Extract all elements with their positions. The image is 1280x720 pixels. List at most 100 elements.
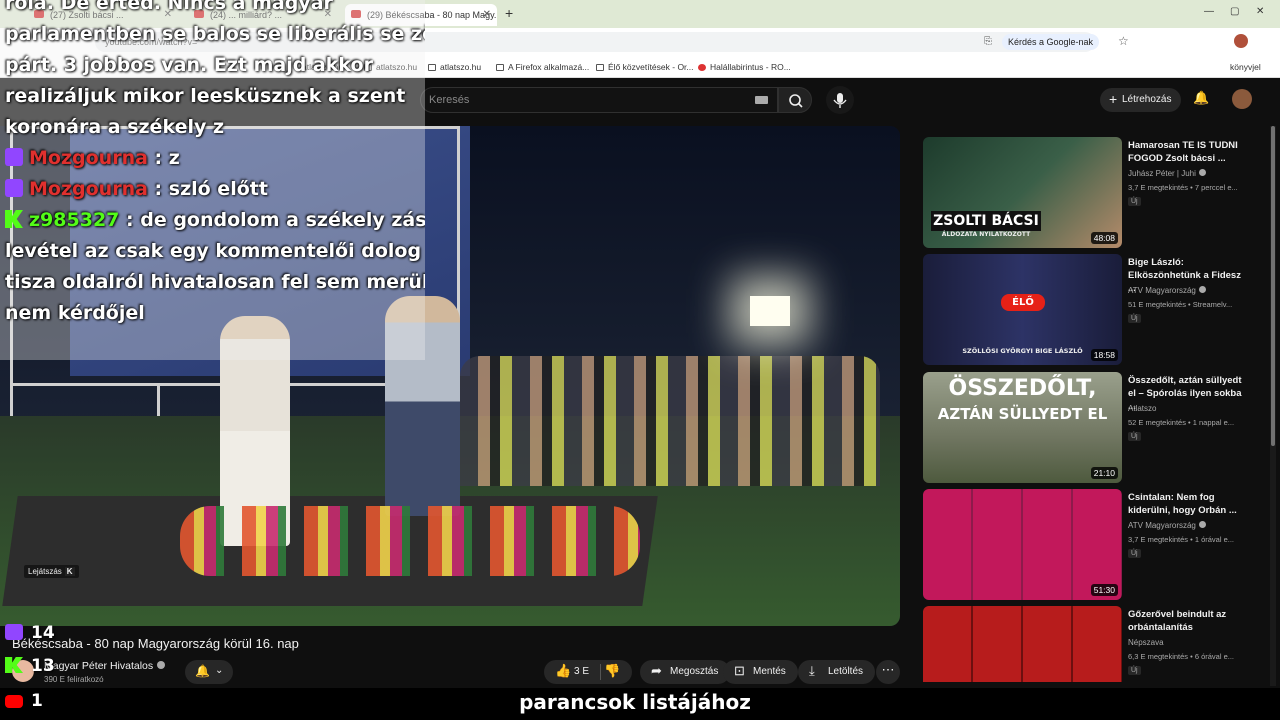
- new-badge: Új: [1128, 432, 1141, 441]
- duration-badge: 48:08: [1090, 232, 1118, 244]
- site-icon: [698, 64, 706, 71]
- window-close-icon[interactable]: ✕: [1256, 6, 1264, 17]
- recommendation-channel: Atlatszo: [1128, 404, 1157, 413]
- new-badge: Új: [1128, 666, 1141, 675]
- maximize-icon[interactable]: ▢: [1230, 6, 1239, 17]
- subscriber-count: 390 E feliratkozó: [44, 675, 104, 684]
- star-icon[interactable]: ☆: [1118, 34, 1129, 48]
- thumbnail-subtext: AZTÁN SÜLLYEDT EL: [937, 405, 1108, 423]
- bookmark[interactable]: Halállabirintus - RO...: [698, 62, 791, 72]
- duration-badge: 51:30: [1090, 584, 1118, 596]
- thumbs-down-icon: 👎: [604, 663, 621, 678]
- recommendation-meta: 52 E megtekintés • 1 nappal e...: [1128, 418, 1235, 427]
- recommendation-item[interactable]: ÖSSZEDŐLT, AZTÁN SÜLLYEDT EL 21:10 Össze…: [923, 372, 1263, 484]
- minimize-icon[interactable]: —: [1204, 6, 1214, 17]
- thumbs-up-icon: 👍: [555, 663, 572, 678]
- folder-icon: [496, 64, 504, 71]
- duration-badge: 18:58: [1090, 349, 1118, 361]
- thumbnail-subtext: ÁLDOZATA NYILATKOZOTT: [941, 231, 1031, 238]
- ask-google-button[interactable]: Kérdés a Google-nak: [1002, 34, 1100, 50]
- chevron-down-icon: ⌄: [215, 665, 224, 676]
- chat-text: : szló előtt: [154, 178, 268, 200]
- video-flowers: [180, 506, 640, 576]
- chat-line: parlamentben se balos se liberális se zö…: [5, 23, 425, 45]
- video-thumbnail[interactable]: ÉLŐ SZÖLLŐSI GYÖRGYI BIGE LÁSZLÓ 18:58: [923, 254, 1122, 365]
- video-title: Békéscsaba - 80 nap Magyarország körül 1…: [12, 636, 299, 651]
- install-icon[interactable]: ⎘: [984, 36, 992, 47]
- duration-badge: 21:10: [1090, 467, 1118, 479]
- verified-icon: [1198, 286, 1206, 293]
- recommendation-meta: 51 E megtekintés • Streamelv...: [1128, 300, 1233, 309]
- share-button[interactable]: ➦ Megosztás: [640, 660, 731, 684]
- more-actions-icon[interactable]: ⋯: [876, 660, 900, 684]
- recommendation-channel: Juhász Péter | Juhi: [1128, 169, 1206, 178]
- recommendation-item[interactable]: ÉLŐ SZÖLLŐSI GYÖRGYI BIGE LÁSZLÓ 18:58 B…: [923, 254, 1263, 366]
- chat-line: rola. De érted. Nincs a magyar: [5, 0, 333, 14]
- chat-message: Mozgourna : szló előtt: [5, 174, 425, 205]
- recommendation-item[interactable]: Gőzerővel beindult az orbántalanítás Nép…: [923, 606, 1263, 682]
- close-icon[interactable]: ✕: [483, 9, 491, 20]
- bookmark[interactable]: Élő közvetítések - Or...: [596, 62, 694, 72]
- new-tab-icon[interactable]: +: [505, 5, 513, 21]
- chat-text: : z: [154, 147, 180, 169]
- scrollbar-thumb[interactable]: [1271, 126, 1275, 446]
- recommendation-item[interactable]: 51:30 Csintalan: Nem fog kiderülni, hogy…: [923, 489, 1263, 601]
- recommendation-meta: 3,7 E megtekintés • 7 perccel e...: [1128, 183, 1238, 192]
- recommendation-title: Gőzerővel beindult az orbántalanítás: [1128, 609, 1227, 633]
- bookmark-folder[interactable]: könyvjel: [1230, 62, 1261, 72]
- kick-viewer-count: 13: [5, 656, 55, 676]
- keyboard-icon[interactable]: [755, 96, 768, 104]
- new-badge: Új: [1128, 314, 1141, 323]
- verified-icon: [1198, 521, 1206, 528]
- avatar[interactable]: [1232, 89, 1252, 109]
- channel-name[interactable]: Magyar Péter Hivatalos: [44, 660, 166, 672]
- recommendation-channel: Népszava: [1128, 638, 1164, 647]
- save-button[interactable]: ⊡ Mentés: [723, 660, 798, 684]
- chat-username: z985327: [29, 209, 120, 231]
- recommendation-item[interactable]: ZSOLTI BÁCSI ÁLDOZATA NYILATKOZOTT 48:08…: [923, 137, 1263, 249]
- voice-search-button[interactable]: [826, 86, 854, 114]
- video-crowd: [460, 356, 880, 486]
- caption-text: parancsok listájához: [519, 690, 751, 714]
- recommendation-channel: ATV Magyarország: [1128, 521, 1206, 530]
- profile-avatar[interactable]: [1234, 34, 1248, 48]
- notifications-icon[interactable]: 🔔: [1193, 90, 1209, 106]
- like-button[interactable]: 👍 3 E 👎: [544, 660, 632, 684]
- download-button[interactable]: ⤓ Letöltés: [798, 660, 876, 684]
- chat-message: z985327 : de gondolom a székely zászló: [5, 205, 425, 236]
- download-icon: ⤓: [809, 663, 815, 678]
- bookmark-icon: ⊡: [734, 663, 745, 678]
- chat-username: Mozgourna: [29, 147, 148, 169]
- thumbnail-text: ZSOLTI BÁCSI: [931, 211, 1041, 231]
- thumbnail-text: ÖSSZEDŐLT,: [948, 376, 1097, 401]
- recommendation-channel: ATV Magyarország: [1128, 286, 1206, 295]
- share-icon: ➦: [651, 663, 662, 678]
- chat-message: Mozgourna : z: [5, 143, 425, 174]
- bookmark[interactable]: atlatszo.hu: [428, 62, 481, 72]
- bookmark[interactable]: A Firefox alkalmazá...: [496, 62, 589, 72]
- chat-line: levétel az csak egy kommentelői dolog vo…: [5, 240, 425, 262]
- kick-icon: [5, 657, 23, 673]
- twitch-icon: [5, 148, 23, 166]
- chat-line: nem kérdőjel: [5, 302, 145, 324]
- chat-line: tisza oldalról hivatalosan fel sem merül…: [5, 271, 425, 293]
- thumbnail-text: ÉLŐ: [1001, 294, 1045, 311]
- subscription-bell-button[interactable]: 🔔 ⌄: [185, 660, 233, 684]
- video-thumbnail[interactable]: ZSOLTI BÁCSI ÁLDOZATA NYILATKOZOTT 48:08: [923, 137, 1122, 248]
- search-input[interactable]: Keresés: [420, 87, 778, 113]
- create-button[interactable]: Létrehozás: [1100, 88, 1182, 112]
- twitch-icon: [5, 624, 23, 640]
- twitch-viewer-count: 14: [5, 623, 55, 643]
- video-thumbnail[interactable]: [923, 606, 1122, 682]
- chat-line: koronára a székely z: [5, 116, 225, 138]
- chat-username: Mozgourna: [29, 178, 148, 200]
- video-thumbnail[interactable]: ÖSSZEDŐLT, AZTÁN SÜLLYEDT EL 21:10: [923, 372, 1122, 483]
- new-badge: Új: [1128, 549, 1141, 558]
- verified-icon: [157, 661, 166, 669]
- search-button[interactable]: [778, 87, 812, 113]
- video-thumbnail[interactable]: 51:30: [923, 489, 1122, 600]
- recommendation-meta: 6,3 E megtekintés • 6 órával e...: [1128, 652, 1235, 661]
- divider: [600, 664, 601, 680]
- recommendation-meta: 3,7 E megtekintés • 1 órával e...: [1128, 535, 1235, 544]
- chat-text: : de gondolom a székely zászló: [126, 209, 425, 231]
